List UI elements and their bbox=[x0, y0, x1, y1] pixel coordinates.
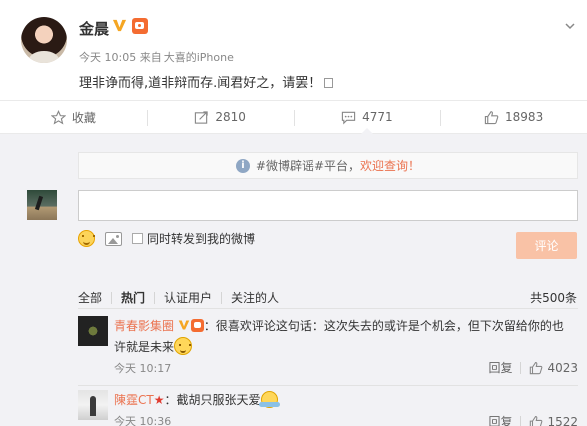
submit-comment-button[interactable]: 评论 bbox=[516, 232, 577, 259]
comment-like-count: 1522 bbox=[547, 414, 578, 426]
notice-text: #微博辟谣#平台， bbox=[255, 159, 361, 173]
comment-text-line2: 许就是未来 bbox=[114, 340, 175, 354]
like-icon[interactable] bbox=[529, 361, 543, 375]
divider bbox=[221, 291, 223, 304]
comment-count: 4771 bbox=[362, 110, 393, 124]
repost-checkbox-label[interactable]: 同时转发到我的微博 bbox=[147, 230, 255, 247]
tab-following[interactable]: 关注的人 bbox=[231, 289, 279, 306]
red-star-icon: ★ bbox=[153, 393, 165, 407]
favorite-button[interactable]: 收藏 bbox=[0, 101, 147, 133]
commenter-name[interactable]: 青春影集圈 bbox=[114, 319, 174, 333]
comment-item: 陳霆CT★：截胡只服张天爱 今天 10:36 回复 1522 bbox=[78, 390, 578, 426]
commenter-avatar[interactable] bbox=[78, 316, 108, 346]
verified-icon bbox=[112, 19, 127, 32]
post-text-content: 理非诤而得,道非辩而存.闻君好之，请罢！ bbox=[79, 76, 322, 91]
comment-icon bbox=[341, 111, 356, 124]
comment-total: 共500条 bbox=[530, 291, 577, 305]
like-button[interactable]: 18983 bbox=[440, 101, 587, 133]
member-icon[interactable] bbox=[190, 319, 204, 332]
divider bbox=[520, 361, 522, 374]
notice-link[interactable]: 欢迎查询！ bbox=[360, 157, 420, 174]
divider bbox=[111, 291, 113, 304]
comment-filter-tabs: 全部 热门 认证用户 关注的人 bbox=[78, 289, 288, 306]
verified-icon bbox=[178, 320, 190, 330]
commenter-avatar[interactable] bbox=[78, 390, 108, 420]
divider bbox=[520, 415, 522, 426]
like-count: 18983 bbox=[505, 110, 544, 124]
author-avatar[interactable] bbox=[21, 17, 67, 63]
smile-emoji-icon bbox=[174, 337, 193, 355]
shrug-emoji-icon bbox=[258, 391, 280, 408]
emoji-icon[interactable] bbox=[78, 230, 95, 247]
repost-count: 2810 bbox=[215, 110, 246, 124]
divider bbox=[78, 385, 578, 386]
reply-button[interactable]: 回复 bbox=[488, 413, 512, 426]
repost-button[interactable]: 2810 bbox=[146, 101, 294, 133]
chevron-down-icon[interactable] bbox=[565, 21, 575, 31]
like-icon[interactable] bbox=[529, 415, 543, 426]
comment-tools: 同时转发到我的微博 bbox=[78, 230, 255, 247]
post-source[interactable]: 大喜的iPhone bbox=[164, 51, 234, 64]
favorite-label: 收藏 bbox=[71, 110, 96, 125]
comment-text-line1: ：截胡只服张天爱 bbox=[164, 393, 261, 407]
rumor-notice: i #微博辟谣#平台， 欢迎查询！ bbox=[78, 152, 578, 179]
comment-input[interactable] bbox=[78, 190, 578, 221]
repost-checkbox[interactable] bbox=[132, 233, 143, 244]
info-icon: i bbox=[235, 158, 250, 173]
comment-text-continued: 许就是未来 bbox=[114, 337, 578, 358]
comment-text: 青春影集圈 ：很喜欢评论这句话：这次失去的或许是个机会，但下次留给你的也 bbox=[114, 316, 578, 337]
post-time[interactable]: 今天 10:05 bbox=[79, 51, 136, 64]
source-prefix: 来自 bbox=[139, 51, 162, 64]
comment-item: 青春影集圈 ：很喜欢评论这句话：这次失去的或许是个机会，但下次留给你的也 许就是… bbox=[78, 316, 578, 386]
comment-actions: 回复 1522 bbox=[488, 413, 578, 426]
tab-hot[interactable]: 热门 bbox=[121, 289, 145, 306]
image-icon[interactable] bbox=[105, 231, 122, 246]
comment-actions: 回复 4023 bbox=[488, 359, 578, 376]
repost-icon bbox=[195, 110, 209, 124]
commenter-name[interactable]: 陳霆CT bbox=[114, 393, 154, 407]
star-icon bbox=[50, 109, 66, 124]
comment-panel: i #微博辟谣#平台， 欢迎查询！ 同时转发到我的微博 评论 全部 热门 认证用户… bbox=[0, 134, 587, 426]
unknown-glyph-icon bbox=[324, 78, 334, 88]
current-user-avatar[interactable] bbox=[27, 190, 57, 220]
comment-like-count: 4023 bbox=[547, 360, 578, 375]
tab-all[interactable]: 全部 bbox=[78, 289, 102, 306]
post-text: 理非诤而得,道非辩而存.闻君好之，请罢！ bbox=[79, 72, 334, 91]
divider bbox=[78, 308, 578, 309]
member-icon[interactable] bbox=[132, 18, 148, 34]
comment-text-line1: ：很喜欢评论这句话：这次失去的或许是个机会，但下次留给你的也 bbox=[203, 319, 564, 333]
comment-button[interactable]: 4771 bbox=[293, 101, 441, 134]
action-bar: 收藏 2810 4771 18983 bbox=[0, 100, 587, 134]
post-meta: 今天 10:05 来自 大喜的iPhone bbox=[79, 49, 234, 65]
comment-text: 陳霆CT★：截胡只服张天爱 bbox=[114, 390, 578, 411]
like-icon bbox=[484, 110, 499, 124]
divider bbox=[154, 291, 156, 304]
author-name[interactable]: 金晨 bbox=[79, 18, 109, 39]
tab-verified-users[interactable]: 认证用户 bbox=[164, 289, 212, 306]
reply-button[interactable]: 回复 bbox=[488, 359, 512, 376]
